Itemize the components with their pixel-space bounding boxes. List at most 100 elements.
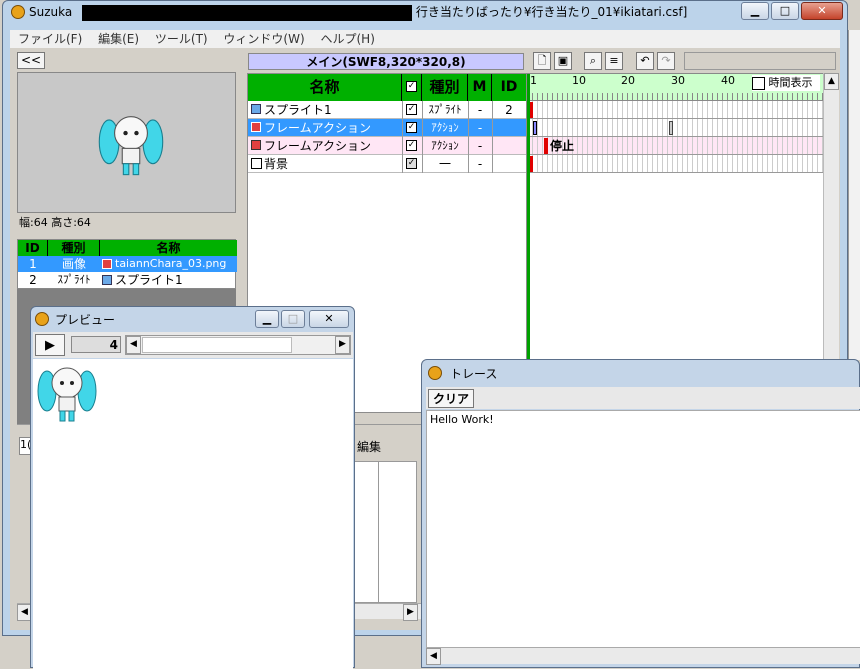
layer-header-visible: ✓ xyxy=(402,74,422,101)
timeline-row[interactable] xyxy=(527,155,823,173)
library-row-id: 1 xyxy=(29,257,37,271)
sprite-image xyxy=(98,116,164,176)
preview-sprite-image xyxy=(37,367,97,422)
preview-minimize-button[interactable]: ▁ xyxy=(255,310,279,328)
layer-column-divider xyxy=(492,101,493,173)
minimize-button[interactable]: ▁ xyxy=(741,2,769,20)
slider-thumb[interactable] xyxy=(142,337,292,353)
redo-icon[interactable]: ↷ xyxy=(657,52,675,70)
preview-window: プレビュー ▁ □ ✕ ▶ 4 ◀ ▶ xyxy=(30,306,355,669)
layer-visible-checkbox[interactable]: ✓ xyxy=(406,104,417,115)
trace-title: トレース xyxy=(450,367,498,381)
menu-edit[interactable]: 編集(E) xyxy=(98,32,139,46)
layer-id: 2 xyxy=(505,103,513,117)
preview-title: プレビュー xyxy=(55,313,116,327)
scroll-right-arrow[interactable]: ▶ xyxy=(403,604,418,621)
properties-icon[interactable]: ≡ xyxy=(605,52,623,70)
layer-type: ｱｸｼｮﾝ xyxy=(431,139,459,152)
keyframe-marker[interactable] xyxy=(544,138,548,154)
layer-column-divider xyxy=(422,101,423,173)
slider-right-arrow[interactable]: ▶ xyxy=(335,336,350,354)
library-header-id: ID xyxy=(18,240,48,256)
header-checkbox[interactable]: ✓ xyxy=(406,81,417,92)
time-display-checkbox[interactable] xyxy=(752,76,765,90)
timeline-row[interactable] xyxy=(527,101,823,119)
ruler-label-20: 20 xyxy=(621,74,635,87)
layer-row[interactable]: フレームアクション ✓ ｱｸｼｮﾝ - xyxy=(248,119,526,137)
background-window-edge xyxy=(848,30,860,360)
layer-column-divider xyxy=(402,101,403,173)
frame-number-field[interactable]: 4 xyxy=(71,336,121,353)
trace-output-text: Hello Work! xyxy=(430,413,494,426)
search-icon[interactable]: ⌕ xyxy=(584,52,602,70)
keyframe-marker[interactable] xyxy=(533,121,537,135)
time-display-toggle[interactable]: 時間表示 xyxy=(752,75,820,91)
trace-app-icon xyxy=(428,366,442,380)
trace-toolbar: クリア xyxy=(426,387,860,409)
sprite-preview-box xyxy=(17,72,236,213)
library-row[interactable]: 1 画像 taiannChara_03.png xyxy=(18,256,237,272)
trace-horizontal-scrollbar[interactable]: ◀ xyxy=(426,648,860,665)
new-document-icon[interactable]: 🗋 xyxy=(533,52,551,70)
layer-name: フレームアクション xyxy=(264,121,372,135)
action-layer-icon xyxy=(251,140,261,150)
toolbar-field xyxy=(684,52,836,70)
layer-header-m: M xyxy=(468,74,492,101)
app-name: Suzuka xyxy=(29,5,73,19)
clear-button[interactable]: クリア xyxy=(428,389,474,408)
layer-type: ｱｸｼｮﾝ xyxy=(431,121,459,134)
preview-app-icon xyxy=(35,312,49,326)
layer-row[interactable]: 背景 ✓ 一 - xyxy=(248,155,526,173)
menu-window[interactable]: ウィンドウ(W) xyxy=(223,32,304,46)
ruler-label-1: 1 xyxy=(530,74,537,87)
menu-bar: ファイル(F) 編集(E) ツール(T) ウィンドウ(W) ヘルプ(H) xyxy=(10,30,840,48)
layer-visible-checkbox[interactable]: ✓ xyxy=(406,140,417,151)
menu-file[interactable]: ファイル(F) xyxy=(18,32,82,46)
frame-slider[interactable]: ◀ ▶ xyxy=(125,335,351,355)
layer-visible-checkbox[interactable]: ✓ xyxy=(406,158,417,169)
menu-tool[interactable]: ツール(T) xyxy=(155,32,208,46)
ruler-label-40: 40 xyxy=(721,74,735,87)
layer-row[interactable]: スプライト1 ✓ ｽﾌﾟﾗｲﾄ - 2 xyxy=(248,101,526,119)
library-row-type: 画像 xyxy=(61,257,86,271)
lower-list xyxy=(353,461,417,603)
undo-icon[interactable]: ↶ xyxy=(636,52,654,70)
save-icon[interactable]: ▣ xyxy=(554,52,572,70)
menu-help[interactable]: ヘルプ(H) xyxy=(320,32,374,46)
trace-output: Hello Work! xyxy=(426,410,860,648)
sprite-layer-icon xyxy=(251,104,261,114)
main-title-bar: Suzuka 行き当たりばったり¥行き当たり_01¥ikiatari.csf] xyxy=(3,1,847,23)
collapse-button[interactable]: << xyxy=(17,52,45,69)
layer-id xyxy=(492,155,526,173)
layer-visible-checkbox[interactable]: ✓ xyxy=(406,122,417,133)
trace-scroll-left-arrow[interactable]: ◀ xyxy=(426,648,441,665)
sprite-size-label: 幅:64 高さ:64 xyxy=(19,216,91,229)
layer-row[interactable]: フレームアクション ✓ ｱｸｼｮﾝ - xyxy=(248,137,526,155)
timeline-row[interactable] xyxy=(527,119,823,137)
layer-type: ｽﾌﾟﾗｲﾄ xyxy=(428,103,462,116)
play-button[interactable]: ▶ xyxy=(35,334,65,356)
edit-label: 編集 xyxy=(357,440,382,454)
layer-type: 一 xyxy=(438,157,451,171)
library-row[interactable]: 2 ｽﾌﾟﾗｲﾄ スプライト1 xyxy=(18,272,237,288)
scene-label: メイン(SWF8,320*320,8) xyxy=(248,53,524,70)
action-layer-icon xyxy=(251,122,261,132)
layer-m: - xyxy=(477,121,483,135)
layer-name: スプライト1 xyxy=(264,103,332,117)
layer-column-divider xyxy=(468,101,469,173)
layer-id xyxy=(492,137,526,155)
preview-close-button[interactable]: ✕ xyxy=(309,310,349,328)
layer-name: 背景 xyxy=(264,157,289,171)
scroll-up-arrow[interactable]: ▲ xyxy=(824,73,839,90)
preview-maximize-button[interactable]: □ xyxy=(281,310,305,328)
library-row-name: taiannChara_03.png xyxy=(115,257,227,270)
maximize-button[interactable]: □ xyxy=(771,2,799,20)
frame-range-marker[interactable] xyxy=(669,121,673,135)
layer-name: フレームアクション xyxy=(264,139,372,153)
library-header-type: 種別 xyxy=(48,240,100,256)
preview-canvas xyxy=(33,359,353,669)
ruler-label-10: 10 xyxy=(572,74,586,87)
slider-left-arrow[interactable]: ◀ xyxy=(126,336,141,354)
trace-window: トレース クリア Hello Work! ◀ xyxy=(421,359,860,668)
close-button[interactable]: ✕ xyxy=(801,2,843,20)
